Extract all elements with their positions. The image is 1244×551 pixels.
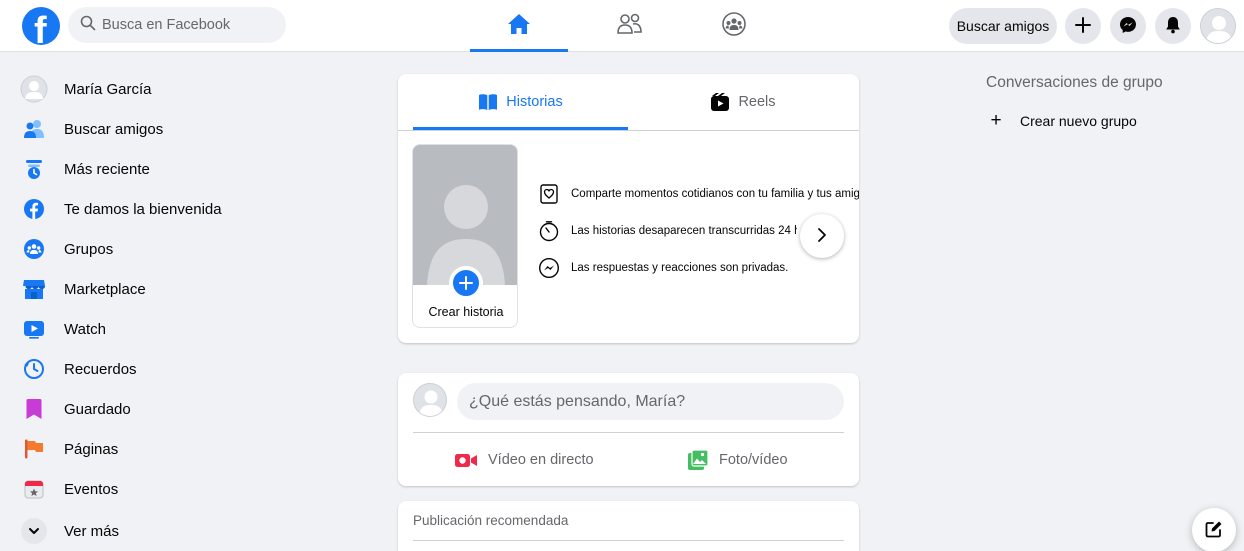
account-avatar[interactable] [1200,8,1236,44]
sidebar-item-profile[interactable]: María García [14,71,314,107]
marketplace-icon [20,275,48,303]
tab-stories[interactable]: Historias [413,74,628,130]
post-composer: Vídeo en directo Foto/vídeo [398,373,859,486]
chevron-right-icon [816,227,828,246]
messenger-icon [537,256,561,280]
sidebar-item-watch[interactable]: Watch [14,311,314,347]
photo-video-button[interactable]: Foto/vídeo [687,443,788,477]
stories-card: Historias Reels Crear historia Comparte … [398,74,859,343]
search-box[interactable] [68,7,286,43]
avatar [20,75,48,103]
divider [413,432,844,433]
sidebar-item-label: Guardado [64,400,131,418]
sidebar-item-label: Grupos [64,240,114,258]
live-video-icon [454,451,478,469]
sidebar-item-memories[interactable]: Recuerdos [14,351,314,387]
compose-icon [1205,520,1223,541]
watch-icon [20,315,48,343]
messenger-button[interactable] [1110,8,1146,44]
active-tab-indicator [470,49,568,52]
divider [413,540,844,541]
sidebar-item-label: Te damos la bienvenida [64,200,222,218]
groups-icon [721,11,747,42]
story-info-private: Las respuestas y reacciones son privadas… [537,255,859,281]
nav-tab-groups[interactable] [686,0,782,52]
sidebar-item-see-more[interactable]: Ver más [14,513,314,549]
nav-tab-friends[interactable] [582,0,678,52]
sidebar-item-label: Páginas [64,440,119,458]
divider [398,130,859,131]
recommended-post-card: Publicación recomendada [398,501,859,551]
friends-icon [20,115,48,143]
sidebar-item-most-recent[interactable]: Más reciente [14,151,314,187]
sidebar-item-marketplace[interactable]: Marketplace [14,271,314,307]
story-info-text: Comparte momentos cotidianos con tu fami… [571,188,859,200]
create-button[interactable] [1065,8,1101,44]
create-new-group-label: Crear nuevo grupo [1020,113,1137,129]
events-icon [20,475,48,503]
sidebar-item-label: Ver más [64,522,120,540]
sidebar-item-find-friends[interactable]: Buscar amigos [14,111,314,147]
book-icon [478,93,498,111]
sidebar-item-label: Watch [64,320,106,338]
create-story-label: Crear historia [428,305,504,319]
pages-icon [20,435,48,463]
plus-icon [1075,16,1091,36]
reels-icon [710,92,730,112]
sidebar-item-groups[interactable]: Grupos [14,231,314,267]
story-profile-placeholder [413,145,517,285]
sidebar-item-label: Eventos [64,480,119,498]
whats-on-your-mind-input[interactable] [457,383,844,420]
tab-reels[interactable]: Reels [643,74,843,130]
photo-video-label: Foto/vídeo [719,452,788,468]
sidebar-item-saved[interactable]: Guardado [14,391,314,427]
chevron-down-icon [20,517,48,545]
recommended-post-label: Publicación recomendada [413,513,569,528]
new-message-button[interactable] [1192,508,1236,551]
group-conversations-title: Conversaciones de grupo [986,74,1163,91]
facebook-logo[interactable]: f [22,7,60,45]
live-video-label: Vídeo en directo [488,452,594,468]
tab-reels-label: Reels [738,94,776,110]
sidebar-item-events[interactable]: Eventos [14,471,314,507]
messenger-icon [1119,16,1137,37]
saved-icon [20,395,48,423]
avatar[interactable] [413,383,447,417]
photo-icon [687,449,709,471]
nav-tab-home[interactable] [470,0,568,52]
home-icon [507,13,531,40]
story-info-share: Comparte momentos cotidianos con tu fami… [537,181,859,207]
plus-icon: + [990,110,1002,131]
story-info-expire: Las historias desaparecen transcurridas … [537,218,797,244]
sidebar-item-pages[interactable]: Páginas [14,431,314,467]
tab-stories-label: Historias [506,94,563,110]
search-icon [80,15,96,36]
live-video-button[interactable]: Vídeo en directo [454,443,594,477]
facebook-icon [20,195,48,223]
sidebar-item-label: Marketplace [64,280,146,298]
add-story-button[interactable] [449,266,483,300]
search-input[interactable] [102,17,272,33]
top-navigation-bar: f Buscar amigos [0,0,1244,52]
create-story-card[interactable]: Crear historia [412,144,518,328]
facebook-logo-letter: f [34,10,47,45]
sidebar-item-label: Más reciente [64,160,150,178]
stories-next-button[interactable] [800,214,844,258]
create-new-group-button[interactable]: + Crear nuevo grupo [986,108,1137,134]
sidebar-item-label: Buscar amigos [64,120,164,138]
story-info-text: Las respuestas y reacciones son privadas… [571,262,789,274]
friends-icon [617,13,643,40]
recent-feed-icon [20,155,48,183]
find-friends-button[interactable]: Buscar amigos [949,8,1057,44]
photo-heart-icon [537,182,561,206]
sidebar-item-welcome[interactable]: Te damos la bienvenida [14,191,314,227]
groups-icon [20,235,48,263]
timer-icon [537,219,561,243]
memories-icon [20,355,48,383]
bell-icon [1165,16,1181,37]
story-info-text: Las historias desaparecen transcurridas … [571,225,797,237]
sidebar-item-label: María García [64,80,152,98]
sidebar-item-label: Recuerdos [64,360,137,378]
notifications-button[interactable] [1155,8,1191,44]
